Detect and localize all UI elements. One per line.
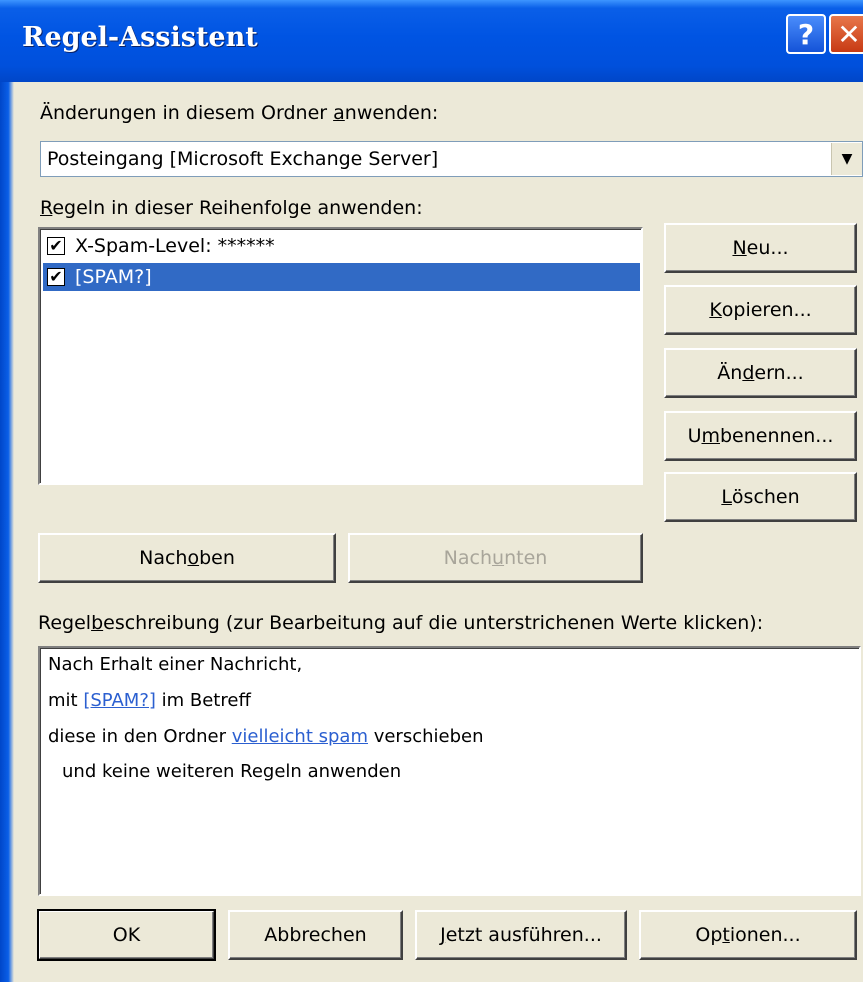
- options-button[interactable]: Op t ionen...: [639, 910, 857, 960]
- help-icon: ?: [797, 17, 815, 51]
- run-now-button[interactable]: Jetzt ausführen...: [415, 910, 627, 960]
- title-bar[interactable]: Regel-Assistent ? ✕: [0, 0, 863, 82]
- description-line: mit [SPAM?] im Betreff: [48, 690, 251, 711]
- checkmark-icon: ✔: [49, 267, 63, 286]
- move-up-button[interactable]: Nach o ben: [38, 533, 336, 583]
- rule-label: X-Spam-Level: ******: [75, 235, 275, 257]
- new-rule-button[interactable]: Neu...: [664, 223, 857, 273]
- description-line: Nach Erhalt einer Nachricht,: [48, 654, 303, 675]
- change-rule-button[interactable]: Än d ern...: [664, 348, 857, 398]
- description-line: und keine weiteren Regeln anwenden: [62, 761, 402, 782]
- checkmark-icon: ✔: [49, 236, 63, 255]
- rename-rule-button[interactable]: Um benennen...: [664, 411, 857, 461]
- rules-list[interactable]: ✔ X-Spam-Level: ****** ✔ [SPAM?]: [38, 227, 643, 485]
- copy-rule-button[interactable]: Kopieren...: [664, 285, 857, 335]
- description-label: Regelbeschreibung (zur Bearbeitung auf d…: [38, 612, 764, 634]
- chevron-down-icon: ▼: [841, 151, 853, 167]
- window-title: Regel-Assistent: [22, 22, 258, 53]
- folder-select-value: Posteingang [Microsoft Exchange Server]: [47, 148, 439, 170]
- help-button[interactable]: ?: [786, 14, 826, 54]
- folder-label: Änderungen in diesem Ordner anwenden:: [40, 102, 439, 124]
- dropdown-button[interactable]: ▼: [831, 143, 862, 175]
- description-line: diese in den Ordner vielleicht spam vers…: [48, 726, 484, 747]
- delete-rule-button[interactable]: Löschen: [664, 472, 857, 522]
- rule-item-spam[interactable]: ✔ [SPAM?]: [43, 263, 640, 291]
- move-down-button[interactable]: Nach u nten: [348, 533, 643, 583]
- rule-description: Nach Erhalt einer Nachricht, mit [SPAM?]…: [38, 646, 861, 896]
- rule-item-x-spam-level[interactable]: ✔ X-Spam-Level: ******: [43, 232, 640, 260]
- rules-label: Regeln in dieser Reihenfolge anwenden:: [40, 197, 423, 219]
- window-border: [0, 82, 14, 982]
- folder-select[interactable]: Posteingang [Microsoft Exchange Server] …: [40, 141, 863, 177]
- rule-label: [SPAM?]: [75, 266, 152, 288]
- rules-wizard-dialog: Regel-Assistent ? ✕ Änderungen in diesem…: [0, 0, 863, 982]
- cancel-button[interactable]: Abbrechen: [228, 910, 403, 960]
- rule-checkbox[interactable]: ✔: [47, 237, 65, 255]
- rule-checkbox[interactable]: ✔: [47, 268, 65, 286]
- folder-value-link[interactable]: vielleicht spam: [232, 726, 368, 747]
- close-button[interactable]: ✕: [829, 14, 863, 54]
- subject-value-link[interactable]: [SPAM?]: [83, 690, 156, 711]
- close-icon: ✕: [837, 17, 861, 51]
- ok-button[interactable]: OK: [37, 909, 216, 961]
